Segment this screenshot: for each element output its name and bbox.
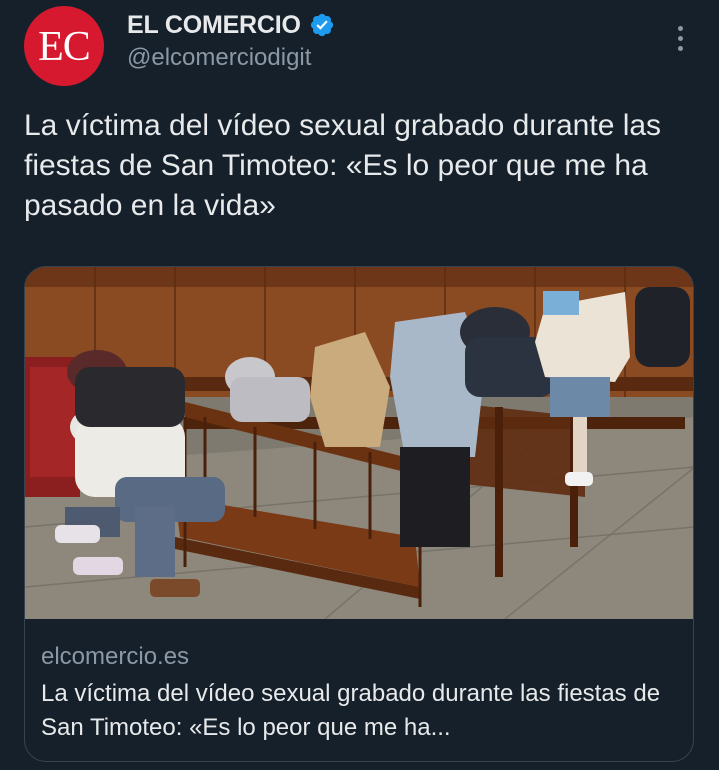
verified-badge-icon <box>310 13 333 37</box>
more-dot <box>677 45 683 51</box>
tweet[interactable]: EC EL COMERCIO @elcomerciodigit La vícti… <box>0 0 719 770</box>
author-display-name[interactable]: EL COMERCIO <box>127 11 301 40</box>
author-handle[interactable]: @elcomerciodigit <box>127 44 335 72</box>
avatar-logo-text: EC <box>38 24 91 70</box>
card-image <box>25 267 693 619</box>
more-dot <box>677 25 683 31</box>
author-name-row: EL COMERCIO <box>127 8 335 42</box>
more-options-icon[interactable] <box>668 22 692 54</box>
more-dot <box>677 35 683 41</box>
card-title: La víctima del vídeo sexual grabado dura… <box>41 680 661 741</box>
card-domain: elcomercio.es <box>41 643 190 670</box>
link-card[interactable]: elcomercio.es La víctima del vídeo sexua… <box>24 266 694 762</box>
tweet-text: La víctima del vídeo sexual grabado dura… <box>24 109 662 222</box>
author-info: EL COMERCIO @elcomerciodigit <box>127 8 335 72</box>
author-avatar[interactable]: EC <box>24 6 104 86</box>
